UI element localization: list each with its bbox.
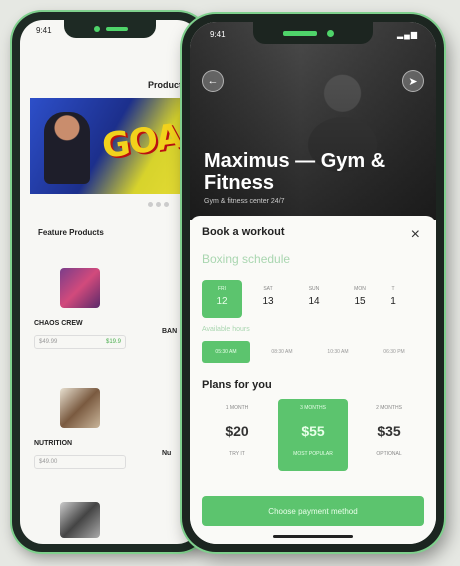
product-name-partial: BAN (162, 328, 178, 335)
carousel-dot[interactable] (156, 202, 161, 207)
plan-price: $55 (301, 423, 325, 439)
date-option[interactable]: SAT 13 (248, 280, 288, 318)
product-tag: $19.9 (105, 339, 121, 345)
date-option[interactable]: MON 15 (340, 280, 380, 318)
plan-duration: 3 MONTHS (300, 405, 326, 411)
product-image[interactable] (60, 502, 100, 538)
date-number: 12 (216, 296, 228, 307)
date-picker: FRI 12 SAT 13 SUN 14 MON 15 T 1 (202, 280, 424, 318)
product-price: $49.99 (39, 339, 58, 345)
booking-sheet: Book a workout × Boxing schedule FRI 12 … (190, 216, 436, 544)
plan-duration: 1 MONTH (225, 405, 249, 411)
plan-duration: 2 MONTHS (376, 405, 402, 411)
product-image (60, 388, 100, 428)
date-option[interactable]: SUN 14 (294, 280, 334, 318)
front-phone-screen: 9:41 ▂▄▆ ← ➤ Maximus — Gym & Fitness Gym… (190, 22, 436, 544)
product-card[interactable]: CHAOS CREW $49.99 $19.9 (34, 268, 134, 349)
plan-note: TRY IT (229, 451, 245, 457)
hour-option[interactable]: 05:30 AM (202, 341, 250, 363)
hour-picker: 05:30 AM 08:30 AM 10:30 AM 06:30 PM (202, 341, 424, 363)
athlete-figure (44, 112, 90, 184)
status-time: 9:41 (36, 26, 52, 35)
plan-picker: 1 MONTH $20 TRY IT 3 MONTHS $55 MOST POP… (202, 399, 424, 471)
date-number: 13 (262, 296, 274, 307)
carousel-dot[interactable] (164, 202, 169, 207)
front-phone-notch (253, 22, 373, 44)
product-name: NUTRITION (34, 440, 73, 447)
product-price: $49.00 (39, 459, 58, 465)
date-weekday: SAT (263, 286, 273, 292)
booking-title: Book a workout (202, 226, 285, 238)
plan-note: OPTIONAL (376, 451, 402, 457)
date-number: 15 (354, 296, 366, 307)
schedule-title: Boxing schedule (202, 252, 291, 266)
plan-option[interactable]: 2 MONTHS $35 OPTIONAL (354, 399, 424, 471)
date-number: 14 (308, 296, 320, 307)
home-indicator (273, 535, 353, 538)
plan-option[interactable]: 3 MONTHS $55 MOST POPULAR (278, 399, 348, 471)
back-phone-screen: 9:41 Products GOAL Feature Products CHAO… (20, 20, 200, 544)
close-icon[interactable]: × (411, 226, 420, 244)
gym-subtitle: Gym & fitness center 24/7 (204, 198, 285, 205)
plan-note: MOST POPULAR (293, 451, 333, 457)
share-icon[interactable]: ➤ (402, 70, 424, 92)
date-weekday: MON (354, 286, 366, 292)
carousel-dot[interactable] (148, 202, 153, 207)
back-arrow-icon[interactable]: ← (202, 70, 224, 92)
date-weekday: FRI (217, 286, 227, 292)
hour-option[interactable]: 06:30 PM (370, 341, 418, 363)
date-weekday: SUN (308, 286, 320, 292)
product-price-row[interactable]: $49.99 $19.9 (34, 335, 126, 349)
product-name-partial: Nu (162, 450, 172, 457)
date-number: 1 (390, 296, 396, 307)
promo-banner[interactable]: GOAL (30, 98, 200, 194)
date-weekday: T (391, 286, 395, 292)
plan-option[interactable]: 1 MONTH $20 TRY IT (202, 399, 272, 471)
signal-icon: ▂▄▆ (397, 30, 418, 39)
product-name: CHAOS CREW (34, 320, 83, 327)
gym-name: Maximus — Gym & Fitness (204, 150, 386, 194)
plan-price: $35 (377, 423, 401, 439)
carousel-dots[interactable] (148, 202, 169, 207)
hours-label: Available hours (202, 326, 250, 333)
product-card[interactable]: NUTRITION $49.00 (34, 388, 134, 469)
front-phone: 9:41 ▂▄▆ ← ➤ Maximus — Gym & Fitness Gym… (182, 14, 444, 552)
plan-price: $20 (225, 423, 249, 439)
product-image (60, 268, 100, 308)
choose-payment-button[interactable]: Choose payment method (202, 496, 424, 526)
status-time: 9:41 (210, 30, 226, 39)
hour-option[interactable]: 08:30 AM (258, 341, 306, 363)
hour-option[interactable]: 10:30 AM (314, 341, 362, 363)
back-phone: 9:41 Products GOAL Feature Products CHAO… (12, 12, 208, 552)
back-phone-notch (64, 20, 156, 38)
product-price-row[interactable]: $49.00 (34, 455, 126, 469)
date-option[interactable]: FRI 12 (202, 280, 242, 318)
plans-title: Plans for you (202, 379, 272, 391)
date-option[interactable]: T 1 (386, 280, 400, 318)
feature-products-title: Feature Products (38, 228, 104, 237)
